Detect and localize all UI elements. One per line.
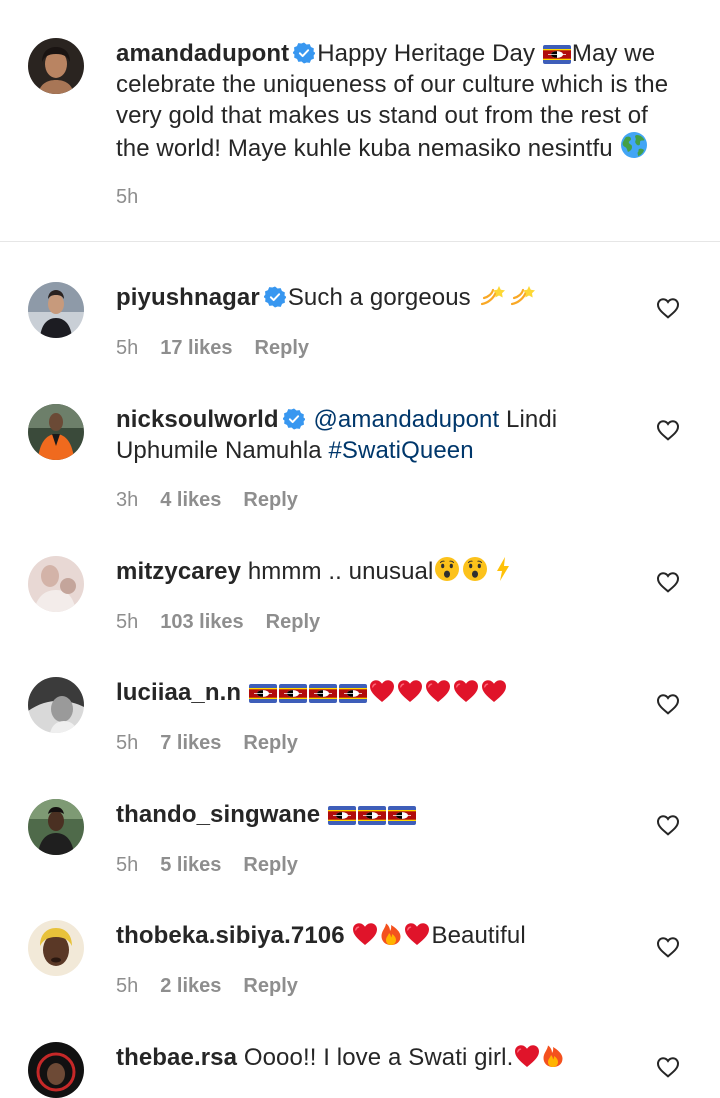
comment-username[interactable]: thando_singwane [116, 801, 320, 828]
fire-emoji [380, 920, 402, 946]
comment-text: thando_singwane [116, 799, 648, 830]
eswatini-flag-emoji [328, 806, 356, 825]
comment-likes[interactable]: 7 likes [160, 732, 221, 755]
heart-outline-icon[interactable] [656, 1056, 680, 1078]
comment-likes[interactable]: 4 likes [160, 489, 221, 512]
caption-username[interactable]: amandadupont [116, 40, 289, 67]
eswatini-flag-emoji [358, 806, 386, 825]
reply-button[interactable]: Reply [255, 337, 309, 360]
high-voltage-emoji [495, 556, 511, 582]
eswatini-flag-emoji [279, 684, 307, 703]
comment-body: Beautiful [431, 922, 526, 949]
eswatini-flag-emoji [388, 806, 416, 825]
red-heart-emoji [453, 679, 479, 703]
comment-timestamp: 5h [116, 611, 139, 633]
comment-likes[interactable]: 103 likes [160, 611, 243, 634]
comment-likes[interactable]: 17 likes [160, 337, 232, 360]
red-heart-emoji [514, 1044, 540, 1068]
caption-text: amandadupont Happy Heritage Day May we ce… [116, 38, 686, 164]
avatar-piyushnagar[interactable] [28, 282, 84, 338]
heart-outline-icon[interactable] [656, 814, 680, 836]
reply-button[interactable]: Reply [243, 854, 297, 877]
hushed-face-emoji [434, 556, 460, 582]
heart-outline-icon[interactable] [656, 693, 680, 715]
mention-link[interactable]: @amandadupont [313, 406, 499, 433]
caption-timestamp: 5h [116, 186, 139, 208]
comment-body: Oooo!! I love a Swati girl. [243, 1044, 514, 1071]
heart-outline-icon[interactable] [656, 419, 680, 441]
comment-timestamp: 3h [116, 489, 139, 511]
avatar-mitzycarey[interactable] [28, 556, 84, 612]
comment-timestamp: 5h [116, 854, 139, 876]
hushed-face-emoji [462, 556, 488, 582]
comment-likes[interactable]: 2 likes [160, 975, 221, 998]
reply-button[interactable]: Reply [243, 975, 297, 998]
comment-timestamp: 5h [116, 975, 139, 997]
verified-badge-icon [264, 286, 286, 308]
comment-text: thebae.rsa Oooo!! I love a Swati girl. [116, 1042, 648, 1073]
comment-likes[interactable]: 5 likes [160, 854, 221, 877]
heart-outline-icon[interactable] [656, 936, 680, 958]
red-heart-emoji [352, 922, 378, 946]
eswatini-flag-emoji [339, 684, 367, 703]
dizzy-emoji [479, 284, 507, 308]
avatar-amandadupont[interactable] [28, 38, 84, 94]
red-heart-emoji [404, 922, 430, 946]
comment-meta: 3h 4 likes Reply [116, 489, 298, 512]
comment-username[interactable]: mitzycarey [116, 558, 241, 585]
red-heart-emoji [369, 679, 395, 703]
comment-body: Such a gorgeous [287, 284, 478, 311]
heart-outline-icon[interactable] [656, 297, 680, 319]
comment-meta: 5h 2 likes Reply [116, 975, 298, 998]
avatar-thebae-rsa[interactable] [28, 1042, 84, 1098]
comment-timestamp: 5h [116, 732, 139, 754]
reply-button[interactable]: Reply [243, 732, 297, 755]
comment-meta: 5h 103 likes Reply [116, 611, 320, 634]
verified-badge-icon [283, 408, 305, 430]
avatar-luciiaa-n-n[interactable] [28, 677, 84, 733]
verified-badge-icon [293, 42, 315, 64]
avatar-thando-singwane[interactable] [28, 799, 84, 855]
hashtag-link[interactable]: #SwatiQueen [328, 437, 473, 464]
comment-username[interactable]: piyushnagar [116, 284, 260, 311]
eswatini-flag-emoji [309, 684, 337, 703]
heart-outline-icon[interactable] [656, 571, 680, 593]
comment-text: nicksoulworld @amandadupont Lindi Uphumi… [116, 404, 648, 466]
red-heart-emoji [397, 679, 423, 703]
comment-text: mitzycarey hmmm .. unusual [116, 556, 648, 587]
caption-meta: 5h [116, 186, 138, 209]
comment-meta: 5h 5 likes Reply [116, 854, 298, 877]
comment-body: hmmm .. unusual [247, 558, 434, 585]
avatar-nicksoulworld[interactable] [28, 404, 84, 460]
comment-meta: 5h 17 likes Reply [116, 337, 309, 360]
red-heart-emoji [425, 679, 451, 703]
reply-button[interactable]: Reply [266, 611, 320, 634]
fire-emoji [542, 1042, 564, 1068]
comment-timestamp: 5h [116, 337, 139, 359]
avatar-thobeka-sibiya[interactable] [28, 920, 84, 976]
red-heart-emoji [481, 679, 507, 703]
comment-username[interactable]: nicksoulworld [116, 406, 279, 433]
caption-text-part-1: Happy Heritage Day [317, 40, 542, 67]
reply-button[interactable]: Reply [243, 489, 297, 512]
globe-emoji [620, 131, 648, 159]
post-caption: amandadupont Happy Heritage Day May we ce… [0, 0, 720, 242]
dizzy-emoji [509, 284, 537, 308]
comment-meta: 5h 7 likes Reply [116, 732, 298, 755]
comment-username[interactable]: thebae.rsa [116, 1044, 237, 1071]
comment-text: luciiaa_n.n [116, 677, 648, 708]
comment-text: thobeka.sibiya.7106 Beautiful [116, 920, 648, 951]
comment-username[interactable]: luciiaa_n.n [116, 679, 241, 706]
eswatini-flag-emoji [249, 684, 277, 703]
comment-username[interactable]: thobeka.sibiya.7106 [116, 922, 345, 949]
comment-text: piyushnagar Such a gorgeous [116, 282, 648, 313]
eswatini-flag-emoji [543, 45, 571, 64]
